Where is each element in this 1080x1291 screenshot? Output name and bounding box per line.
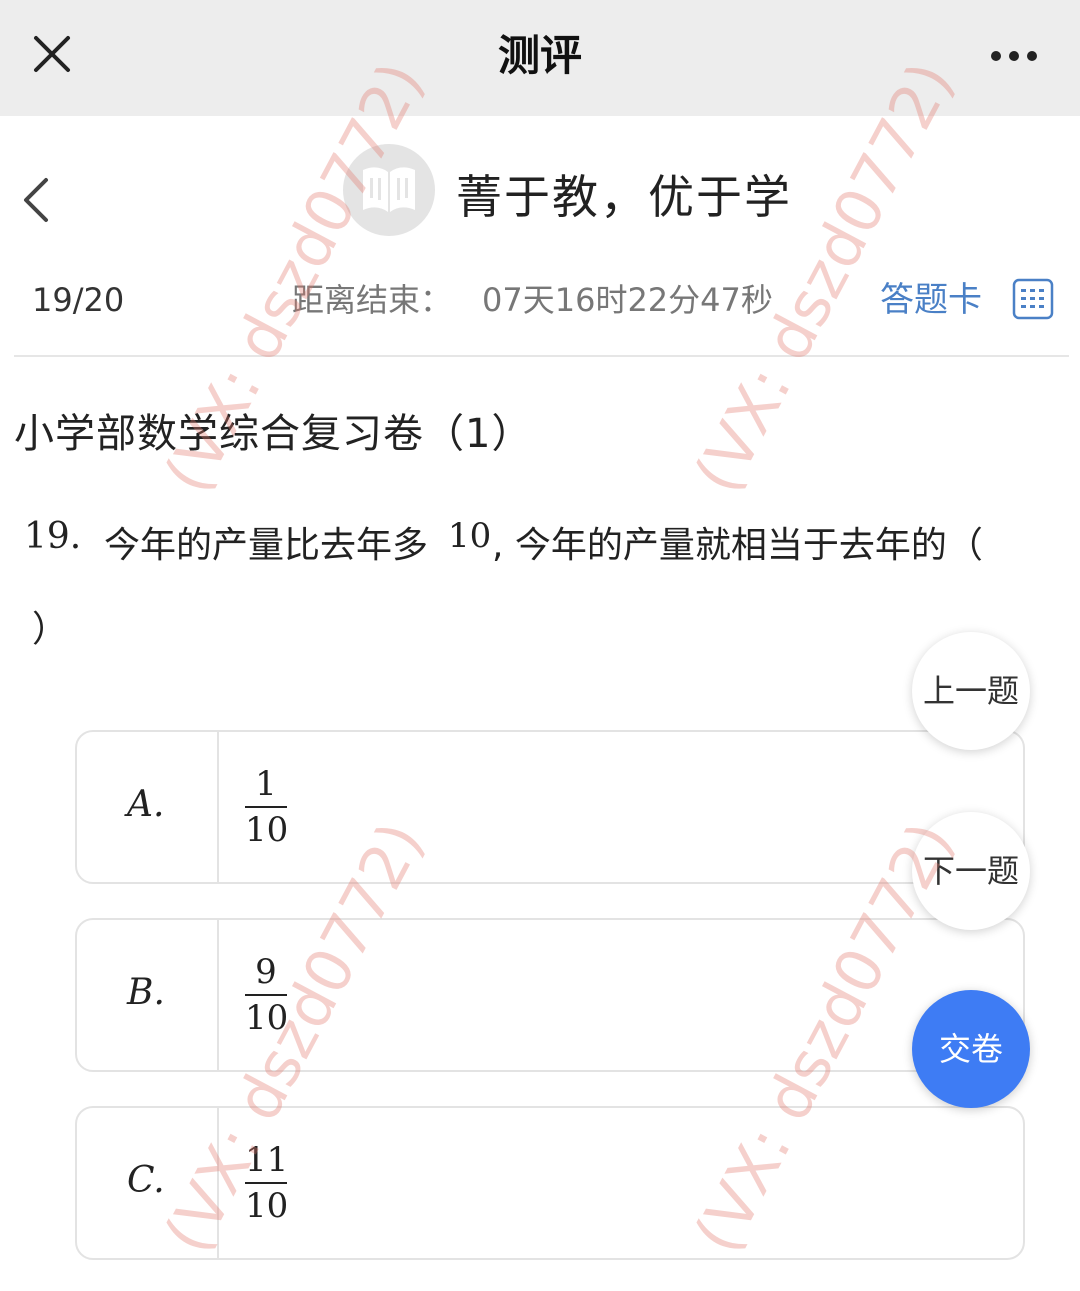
question-text-after: , 今年的产量就相当于去年的（ [492, 525, 983, 566]
top-bar: 测评 [0, 0, 1080, 116]
question-number: 19. [24, 516, 82, 557]
fraction-numerator: 9 [255, 952, 277, 992]
option-fraction: 1 10 [245, 764, 289, 850]
fraction-numerator: 1 [255, 764, 277, 804]
divider [14, 355, 1069, 357]
fraction-denominator: 10 [245, 998, 289, 1038]
paper-title: 小学部数学综合复习卷（1） [14, 411, 533, 457]
option-fraction: 11 10 [245, 1140, 289, 1226]
answer-card-button[interactable]: 答题卡 [880, 278, 982, 322]
status-row: 19/20 距离结束： 07天16时22分47秒 答题卡 [0, 270, 1080, 330]
question-text-close: ） [32, 609, 69, 650]
brand-logo-icon [343, 144, 435, 236]
back-icon[interactable] [14, 170, 64, 230]
grid-icon[interactable] [1012, 278, 1054, 324]
option-b[interactable]: B. 9 10 [75, 918, 1025, 1072]
more-icon[interactable] [984, 38, 1044, 74]
option-letter: C. [127, 1160, 165, 1201]
prev-question-button[interactable]: 上一题 [912, 632, 1030, 750]
fraction-denominator: 10 [245, 810, 289, 850]
option-divider [217, 920, 219, 1070]
fraction-denominator: 10 [448, 516, 492, 556]
option-letter: A. [127, 784, 165, 825]
countdown-label: 距离结束： [292, 281, 453, 319]
option-divider [217, 732, 219, 882]
countdown-value: 07天16时22分47秒 [482, 281, 773, 319]
option-c[interactable]: C. 11 10 [75, 1106, 1025, 1260]
page-title: 测评 [497, 31, 582, 80]
submit-button[interactable]: 交卷 [912, 990, 1030, 1108]
next-question-button[interactable]: 下一题 [912, 812, 1030, 930]
fraction-numerator: 11 [245, 1140, 289, 1180]
question-text-before: 今年的产量比去年多 [104, 525, 429, 566]
option-divider [217, 1108, 219, 1258]
brand-title: 菁于教，优于学 [456, 170, 792, 224]
option-a[interactable]: A. 1 10 [75, 730, 1025, 884]
option-fraction: 9 10 [245, 952, 289, 1038]
option-letter: B. [127, 972, 165, 1013]
fraction-denominator: 10 [245, 1186, 289, 1226]
question-progress: 19/20 [32, 281, 125, 319]
